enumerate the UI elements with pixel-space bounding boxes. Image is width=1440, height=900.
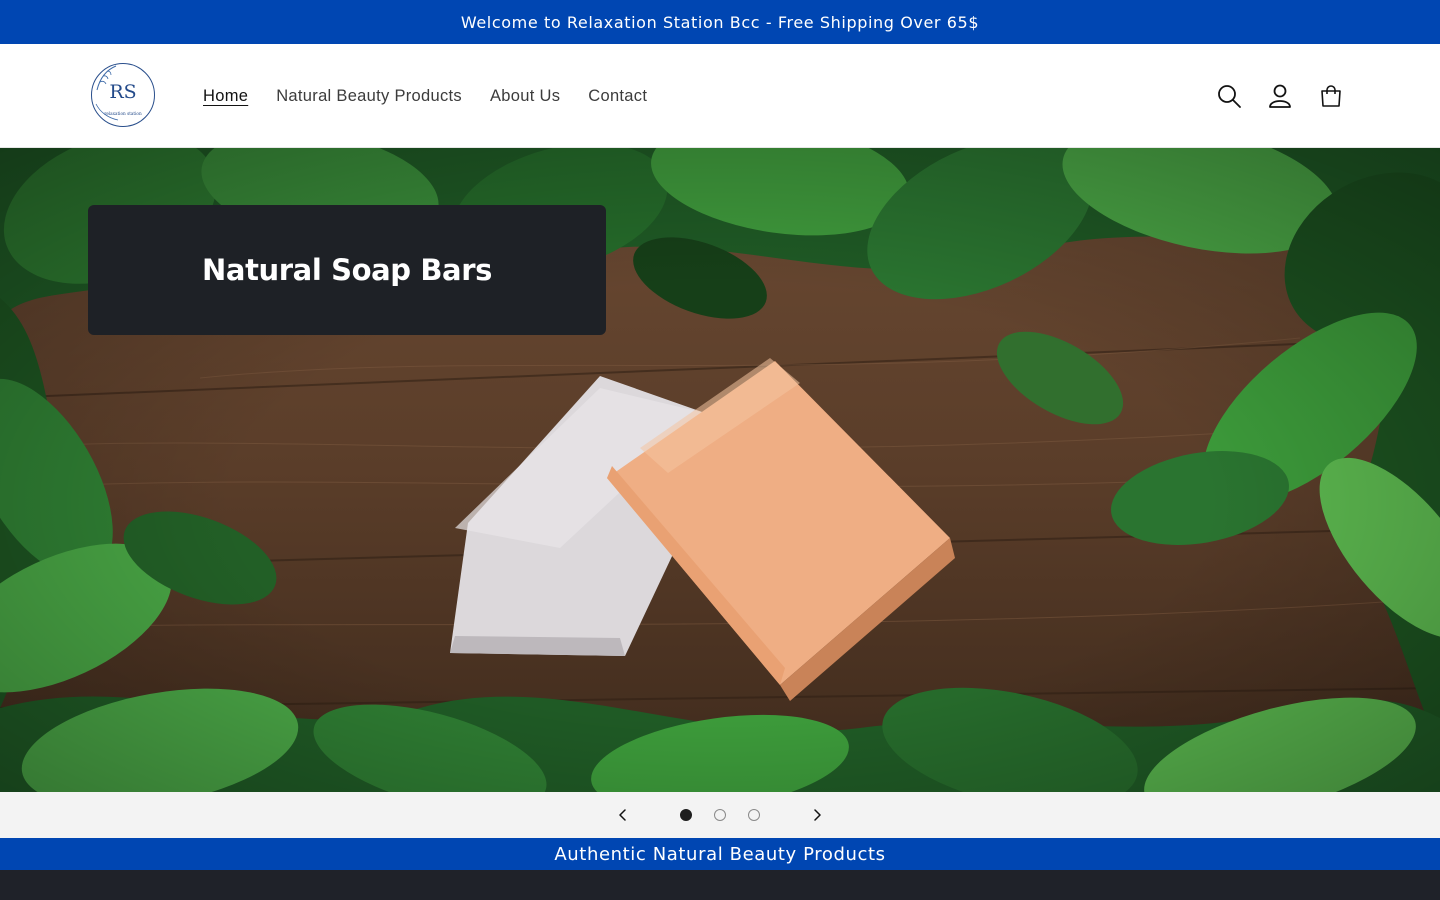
slide-title-box: Natural Soap Bars xyxy=(88,205,606,335)
cart-icon xyxy=(1321,85,1341,107)
nav-about-us[interactable]: About Us xyxy=(476,87,574,106)
hero-slideshow: Natural Soap Bars xyxy=(0,148,1440,792)
slide-title: Natural Soap Bars xyxy=(202,253,492,287)
logo-letters: RS xyxy=(109,81,136,103)
account-button[interactable] xyxy=(1255,71,1305,121)
main-nav: Home Natural Beauty Products About Us Co… xyxy=(189,44,661,148)
announcement-bar: Welcome to Relaxation Station Bcc - Free… xyxy=(0,0,1440,44)
store-logo[interactable]: RS relaxation station xyxy=(88,60,158,130)
nav-contact[interactable]: Contact xyxy=(574,87,661,106)
next-slide-button[interactable] xyxy=(795,793,839,837)
slide-dot-2[interactable] xyxy=(714,809,726,821)
announcement-text: Welcome to Relaxation Station Bcc - Free… xyxy=(460,12,980,32)
tagline-band: Authentic Natural Beauty Products xyxy=(0,838,1440,870)
nav-home[interactable]: Home xyxy=(189,87,262,106)
chevron-right-icon xyxy=(814,809,821,821)
nav-natural-beauty-products[interactable]: Natural Beauty Products xyxy=(262,87,476,106)
slide-dots xyxy=(669,809,771,821)
logo-caption: relaxation station xyxy=(104,111,142,116)
previous-slide-button[interactable] xyxy=(601,793,645,837)
chevron-left-icon xyxy=(619,809,626,821)
slider-controls xyxy=(0,792,1440,838)
dark-section xyxy=(0,870,1440,900)
search-button[interactable] xyxy=(1204,71,1254,121)
slide-dot-3[interactable] xyxy=(748,809,760,821)
slide-dot-1[interactable] xyxy=(680,809,692,821)
site-header: RS relaxation station Home Natural Beaut… xyxy=(0,44,1440,148)
header-icons xyxy=(1203,44,1356,148)
search-icon xyxy=(1218,85,1241,108)
tagline-text: Authentic Natural Beauty Products xyxy=(554,843,886,865)
cart-button[interactable] xyxy=(1306,71,1356,121)
account-icon xyxy=(1269,84,1291,108)
